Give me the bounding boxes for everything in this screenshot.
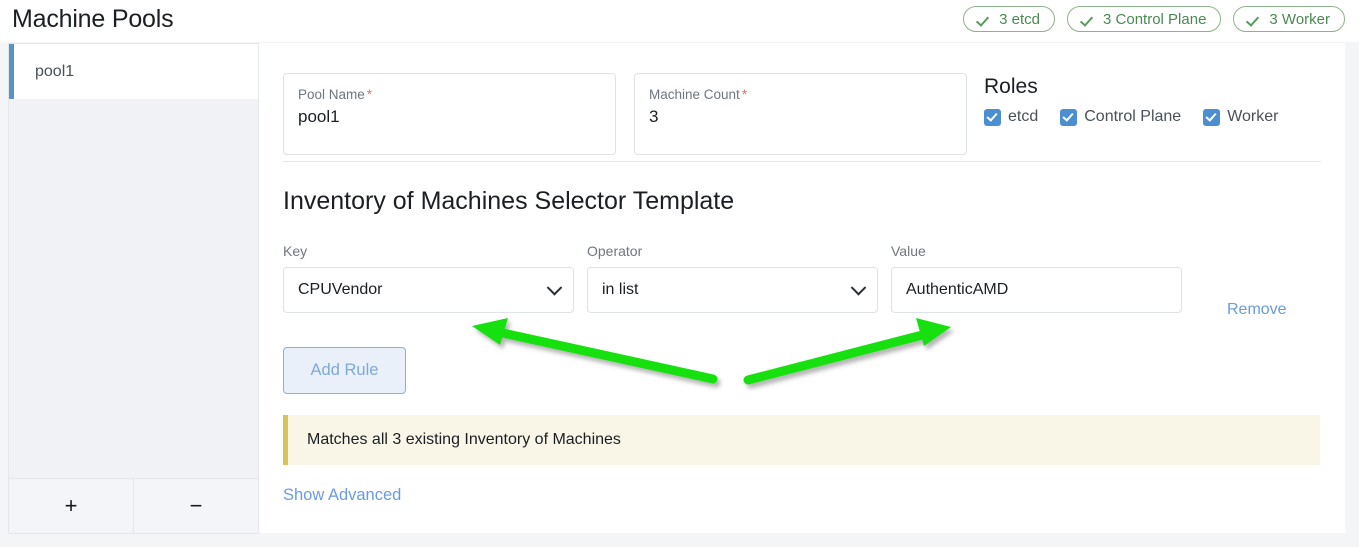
add-rule-button[interactable]: Add Rule <box>283 347 406 394</box>
pool-sidebar: pool1 + − <box>8 43 259 533</box>
match-info-text: Matches all 3 existing Inventory of Mach… <box>307 431 621 449</box>
status-badge-label: 3 Worker <box>1269 11 1330 28</box>
remove-pool-button[interactable]: − <box>133 478 259 534</box>
status-badge-group: 3 etcd 3 Control Plane 3 Worker <box>963 6 1345 32</box>
required-marker: * <box>742 87 747 102</box>
pool-list: pool1 <box>9 44 258 99</box>
sidebar-item-label: pool1 <box>35 63 74 81</box>
role-checkbox-control-plane[interactable]: Control Plane <box>1060 108 1181 126</box>
pool-name-value: pool1 <box>298 107 601 127</box>
required-marker: * <box>367 87 372 102</box>
roles-checkbox-group: etcd Control Plane Worker <box>984 108 1278 126</box>
status-badge-worker: 3 Worker <box>1233 6 1345 32</box>
pool-list-actions: + − <box>8 478 259 534</box>
rule-key-value: CPUVendor <box>298 281 383 299</box>
status-badge-etcd: 3 etcd <box>963 6 1055 32</box>
role-label: Worker <box>1227 108 1278 126</box>
rule-operator-column: Operator in list <box>587 243 878 313</box>
role-label: Control Plane <box>1084 108 1181 126</box>
rule-key-select[interactable]: CPUVendor <box>283 267 574 313</box>
match-info-banner: Matches all 3 existing Inventory of Mach… <box>283 415 1320 465</box>
pool-name-field[interactable]: Pool Name* pool1 <box>283 73 616 155</box>
section-divider <box>283 161 1321 162</box>
rule-operator-value: in list <box>602 281 638 299</box>
page-root: Machine Pools 3 etcd 3 Control Plane 3 W… <box>0 0 1359 547</box>
section-title: Inventory of Machines Selector Template <box>283 187 734 216</box>
sidebar-item-pool1[interactable]: pool1 <box>9 44 258 99</box>
machine-count-field[interactable]: Machine Count* 3 <box>634 73 967 155</box>
header-bar: Machine Pools 3 etcd 3 Control Plane 3 W… <box>0 0 1359 42</box>
checkbox-checked-icon[interactable] <box>1203 109 1220 126</box>
check-icon <box>1248 12 1262 26</box>
role-checkbox-worker[interactable]: Worker <box>1203 108 1278 126</box>
show-advanced-link[interactable]: Show Advanced <box>283 486 401 505</box>
machine-count-value: 3 <box>649 107 952 127</box>
rule-key-column: Key CPUVendor <box>283 243 574 313</box>
roles-title: Roles <box>984 75 1278 99</box>
remove-rule-link[interactable]: Remove <box>1227 301 1287 319</box>
page-title: Machine Pools <box>12 5 173 34</box>
chevron-down-icon <box>851 280 867 296</box>
pool-name-label: Pool Name* <box>298 87 601 102</box>
rule-operator-label: Operator <box>587 243 878 259</box>
chevron-down-icon <box>547 280 563 296</box>
add-pool-button[interactable]: + <box>8 478 134 534</box>
roles-section: Roles etcd Control Plane Worker <box>984 75 1278 126</box>
checkbox-checked-icon[interactable] <box>984 109 1001 126</box>
check-icon <box>1082 12 1096 26</box>
main-panel: Pool Name* pool1 Machine Count* 3 Roles … <box>259 43 1345 533</box>
status-badge-control-plane: 3 Control Plane <box>1067 6 1221 32</box>
role-label: etcd <box>1008 108 1038 126</box>
machine-count-label-text: Machine Count <box>649 87 740 102</box>
status-badge-label: 3 Control Plane <box>1103 11 1206 28</box>
selector-rule-row: Key CPUVendor Operator in list Value Aut… <box>283 243 1287 319</box>
rule-operator-select[interactable]: in list <box>587 267 878 313</box>
rule-value-column: Value AuthenticAMD <box>891 243 1182 313</box>
rule-value-text: AuthenticAMD <box>906 281 1008 299</box>
pool-name-label-text: Pool Name <box>298 87 365 102</box>
rule-value-label: Value <box>891 243 1182 259</box>
status-badge-label: 3 etcd <box>999 11 1040 28</box>
rule-value-input[interactable]: AuthenticAMD <box>891 267 1182 313</box>
pool-form-row: Pool Name* pool1 Machine Count* 3 <box>283 73 967 155</box>
checkbox-checked-icon[interactable] <box>1060 109 1077 126</box>
rule-key-label: Key <box>283 243 574 259</box>
machine-count-label: Machine Count* <box>649 87 952 102</box>
check-icon <box>978 12 992 26</box>
role-checkbox-etcd[interactable]: etcd <box>984 108 1038 126</box>
